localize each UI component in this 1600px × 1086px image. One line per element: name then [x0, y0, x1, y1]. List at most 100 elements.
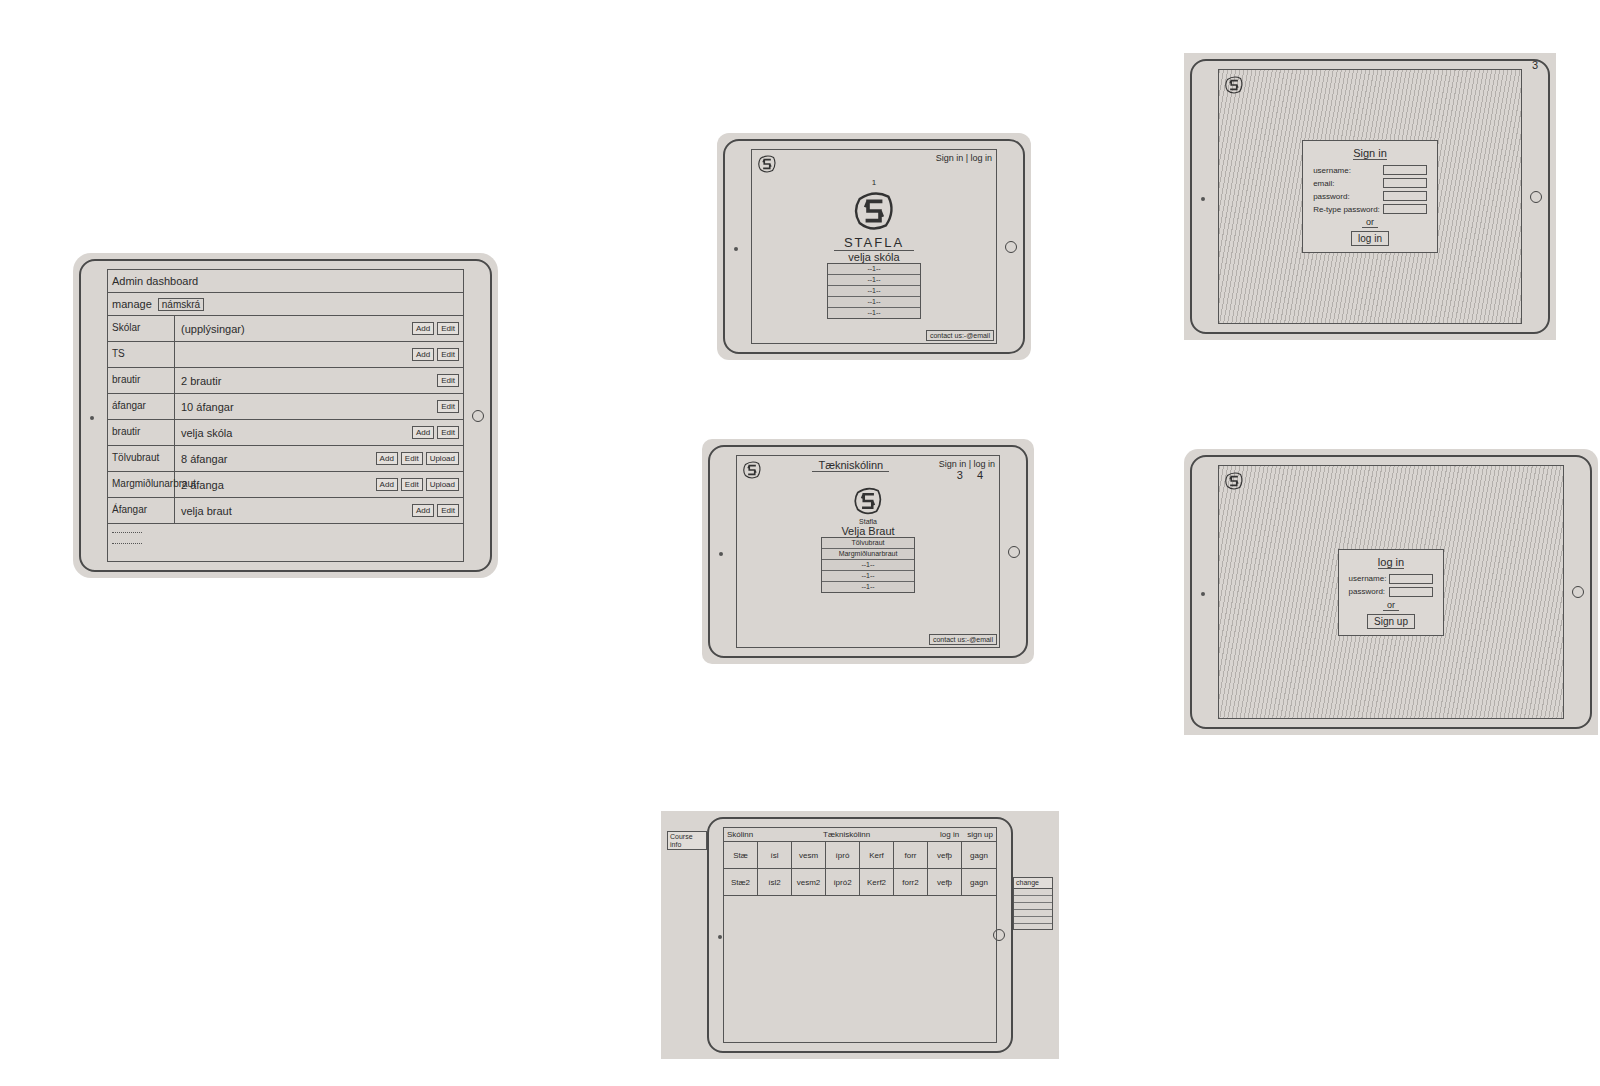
select-list[interactable]: --1----1----1----1----1-- — [827, 263, 921, 319]
list-item[interactable]: Tölvubraut — [822, 538, 914, 549]
row-label: Margmiðlunarbraut — [112, 472, 175, 497]
list-item[interactable]: --1-- — [828, 297, 920, 308]
form-field: password: — [1349, 587, 1434, 597]
auth-links[interactable]: Sign in | log in — [939, 459, 995, 469]
dialog-title: log in — [1378, 556, 1404, 569]
row-button[interactable]: Add — [376, 478, 398, 491]
sketch-photo: log inusername:password:orSign up — [1184, 449, 1598, 735]
row-label: brautir — [112, 420, 175, 445]
select-list[interactable]: TölvubrautMargmiðlunarbraut--1----1----1… — [821, 537, 915, 593]
course-cell[interactable]: vesm — [792, 842, 826, 868]
form-field: email: — [1313, 178, 1427, 188]
scribble — [112, 543, 142, 546]
camera-icon — [1201, 197, 1205, 201]
switch-button[interactable]: log in — [1351, 231, 1389, 246]
logo-icon — [1223, 470, 1245, 492]
auth-links[interactable]: Sign in | log in — [936, 153, 992, 163]
row-button[interactable]: Edit — [437, 348, 459, 361]
course-cell[interactable]: Stæ2 — [724, 869, 758, 895]
header: SkólinnTækniskólinnlog insign up — [724, 828, 996, 842]
row-button[interactable]: Edit — [401, 452, 423, 465]
row-button[interactable]: Upload — [426, 478, 459, 491]
logo-icon — [851, 484, 885, 518]
row-label: Áfangar — [112, 498, 175, 523]
row-button[interactable]: Add — [412, 504, 434, 517]
course-cell[interactable]: gagn — [962, 842, 996, 868]
dialog-title: Sign in — [1353, 147, 1387, 160]
manage-row: managenámskrá — [108, 293, 463, 316]
row-button[interactable]: Edit — [437, 504, 459, 517]
header-link[interactable]: sign up — [967, 830, 993, 839]
field-label: email: — [1313, 179, 1334, 188]
row-button[interactable]: Edit — [437, 426, 459, 439]
course-cell[interactable]: Kerf — [860, 842, 894, 868]
row-button[interactable]: Edit — [437, 322, 459, 335]
list-item[interactable]: --1-- — [822, 571, 914, 582]
course-cell[interactable]: vefþ — [928, 842, 962, 868]
home-button-icon — [993, 929, 1005, 941]
course-cell[interactable]: ísl2 — [758, 869, 792, 895]
course-cell[interactable]: forr2 — [894, 869, 928, 895]
list-item[interactable]: --1-- — [828, 264, 920, 275]
course-cell[interactable]: Stæ — [724, 842, 758, 868]
manage-select[interactable]: námskrá — [158, 298, 204, 311]
admin-row: brautirvelja skólaAddEdit — [108, 420, 463, 446]
row-buttons: AddEditUpload — [376, 452, 459, 465]
right-note: change — [1013, 817, 1053, 1053]
row-button[interactable]: Edit — [437, 400, 459, 413]
list-item[interactable]: --1-- — [822, 582, 914, 592]
field-input[interactable] — [1383, 178, 1427, 188]
row-button[interactable]: Add — [412, 426, 434, 439]
course-cell[interactable]: vefþ — [928, 869, 962, 895]
switch-button[interactable]: Sign up — [1367, 614, 1415, 629]
sketch-photo: Course infoSkólinnTækniskólinnlog insign… — [661, 811, 1059, 1059]
row-button[interactable]: Add — [376, 452, 398, 465]
tablet-frame: log inusername:password:orSign up — [1190, 455, 1592, 729]
field-input[interactable] — [1383, 165, 1427, 175]
row-buttons: AddEdit — [412, 322, 459, 335]
left-note: Course info — [667, 817, 707, 1053]
form-field: username: — [1349, 574, 1434, 584]
list-item[interactable]: --1-- — [828, 286, 920, 297]
row-buttons: Edit — [437, 374, 459, 387]
admin-row: áfangar10 áfangarEdit — [108, 394, 463, 420]
row-button[interactable]: Add — [412, 322, 434, 335]
list-item[interactable]: --1-- — [828, 275, 920, 286]
course-cell[interactable]: ísl — [758, 842, 792, 868]
dashboard-title: Admin dashboard — [112, 275, 198, 287]
course-cell[interactable]: forr — [894, 842, 928, 868]
field-label: username: — [1349, 574, 1387, 583]
course-cell[interactable]: ípró2 — [826, 869, 860, 895]
tablet-frame: Sign inusername:email:password:Re-type p… — [1190, 59, 1550, 334]
course-cell[interactable]: Kerf2 — [860, 869, 894, 895]
course-cell[interactable]: gagn — [962, 869, 996, 895]
tablet-frame: Admin dashboardmanagenámskráSkólar(upplý… — [79, 259, 492, 572]
header-link[interactable]: log in — [940, 830, 959, 839]
row-button[interactable]: Edit — [401, 478, 423, 491]
home-button-icon — [472, 410, 484, 422]
list-item[interactable]: Margmiðlunarbraut — [822, 549, 914, 560]
field-input[interactable] — [1389, 574, 1433, 584]
row-label: Skólar — [112, 316, 175, 341]
course-cell[interactable]: vesm2 — [792, 869, 826, 895]
form-field: Re-type password: — [1313, 204, 1427, 214]
field-input[interactable] — [1383, 204, 1427, 214]
row-buttons: Edit — [437, 400, 459, 413]
field-input[interactable] — [1383, 191, 1427, 201]
admin-row: brautir2 brautirEdit — [108, 368, 463, 394]
list-item[interactable]: --1-- — [828, 308, 920, 318]
school-title: Tækniskólinn — [812, 459, 889, 472]
course-cell[interactable]: ípró — [826, 842, 860, 868]
camera-icon — [718, 935, 722, 939]
row-button[interactable]: Upload — [426, 452, 459, 465]
row-button[interactable]: Add — [412, 348, 434, 361]
row-button[interactable]: Edit — [437, 374, 459, 387]
list-item[interactable]: --1-- — [822, 560, 914, 571]
auth-dialog: log inusername:password:orSign up — [1338, 549, 1445, 636]
screen: log inusername:password:orSign up — [1218, 465, 1564, 719]
row-buttons: AddEdit — [412, 348, 459, 361]
screen: Admin dashboardmanagenámskráSkólar(upplý… — [107, 269, 464, 562]
scribble — [112, 532, 142, 535]
center: StaflaVelja BrautTölvubrautMargmiðlunarb… — [737, 484, 999, 634]
field-input[interactable] — [1389, 587, 1433, 597]
